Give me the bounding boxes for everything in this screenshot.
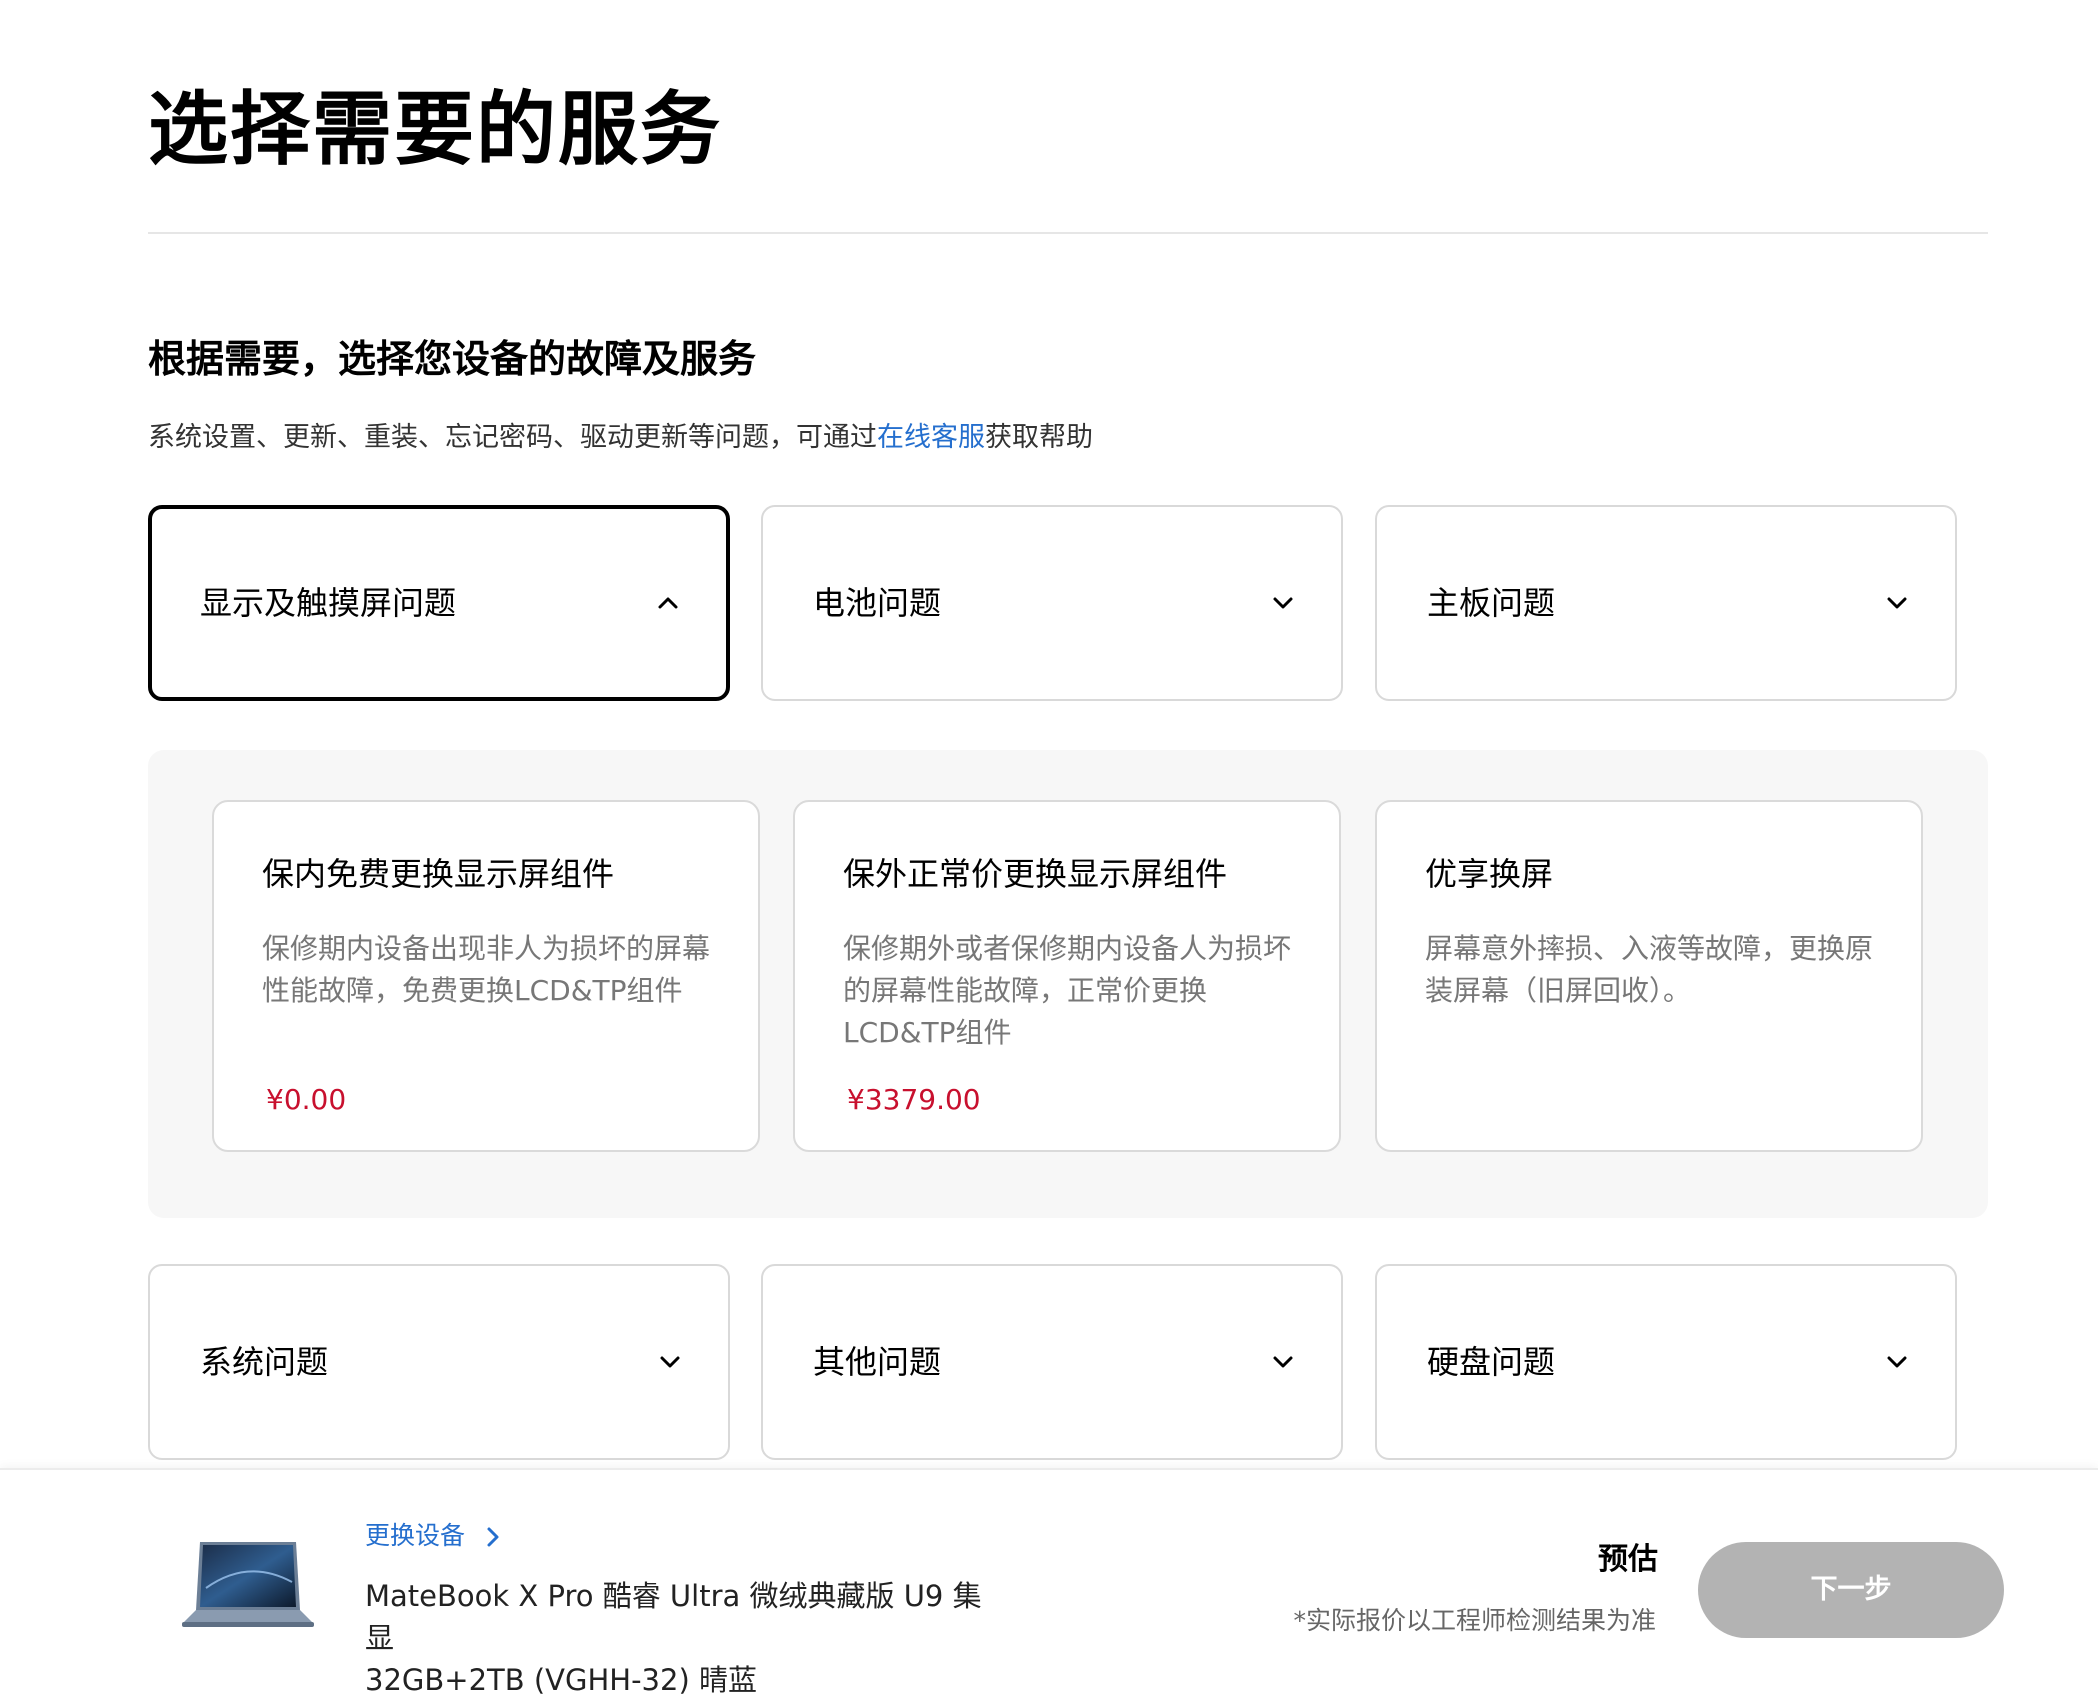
online-service-link[interactable]: 在线客服	[877, 422, 985, 453]
page-title: 选择需要的服务	[148, 83, 722, 176]
category-other[interactable]: 其他问题	[761, 1264, 1343, 1460]
estimate-label: 预估	[1598, 1542, 1658, 1577]
estimate-note: *实际报价以工程师检测结果为准	[1293, 1606, 1656, 1635]
change-device-link[interactable]: 更换设备	[365, 1516, 503, 1556]
service-title: 保内免费更换显示屏组件	[262, 855, 615, 893]
chevron-down-icon	[1273, 597, 1293, 609]
chevron-down-icon	[1887, 1356, 1907, 1368]
service-title: 保外正常价更换显示屏组件	[843, 855, 1228, 893]
title-divider	[148, 232, 1988, 234]
chevron-down-icon	[660, 1356, 680, 1368]
category-label: 电池问题	[813, 584, 942, 622]
category-disk[interactable]: 硬盘问题	[1375, 1264, 1957, 1460]
service-description: 保修期外或者保修期内设备人为损坏的屏幕性能故障，正常价更换LCD&TP组件	[843, 932, 1292, 1049]
laptop-image	[182, 1542, 314, 1627]
chevron-down-icon	[1273, 1356, 1293, 1368]
section-title: 根据需要，选择您设备的故障及服务	[148, 337, 757, 381]
category-display-touch[interactable]: 显示及触摸屏问题	[148, 505, 730, 701]
service-options-panel: 保内免费更换显示屏组件 保修期内设备出现非人为损坏的屏幕性能故障，免费更换LCD…	[148, 750, 1988, 1218]
service-description: 保修期内设备出现非人为损坏的屏幕性能故障，免费更换LCD&TP组件	[262, 932, 711, 1007]
category-battery[interactable]: 电池问题	[761, 505, 1343, 701]
chevron-right-icon	[487, 1527, 499, 1547]
category-system[interactable]: 系统问题	[148, 1264, 730, 1460]
category-label: 主板问题	[1427, 584, 1556, 622]
category-label: 显示及触摸屏问题	[200, 584, 457, 622]
service-title: 优享换屏	[1425, 855, 1554, 893]
chevron-up-icon	[658, 597, 678, 609]
device-name: MateBook X Pro 酷睿 Ultra 微绒典藏版 U9 集显 32GB…	[365, 1575, 985, 1701]
category-label: 其他问题	[813, 1343, 942, 1381]
service-price: ¥0.00	[266, 1083, 347, 1116]
category-mainboard[interactable]: 主板问题	[1375, 505, 1957, 701]
service-description: 屏幕意外摔损、入液等故障，更换原装屏幕（旧屏回收）。	[1425, 932, 1874, 1007]
next-step-button[interactable]: 下一步	[1698, 1542, 2004, 1638]
device-name-line: 32GB+2TB (VGHH-32) 晴蓝	[365, 1663, 757, 1697]
category-label: 系统问题	[200, 1343, 329, 1381]
service-card-out-of-warranty[interactable]: 保外正常价更换显示屏组件 保修期外或者保修期内设备人为损坏的屏幕性能故障，正常价…	[793, 800, 1341, 1152]
change-device-label: 更换设备	[365, 1521, 466, 1550]
service-card-warranty-free[interactable]: 保内免费更换显示屏组件 保修期内设备出现非人为损坏的屏幕性能故障，免费更换LCD…	[212, 800, 760, 1152]
section-desc-text-end: 获取帮助	[985, 422, 1093, 453]
section-description: 系统设置、更新、重装、忘记密码、驱动更新等问题，可通过在线客服获取帮助	[148, 418, 1093, 458]
device-name-line: MateBook X Pro 酷睿 Ultra 微绒典藏版 U9 集显	[365, 1579, 982, 1655]
service-card-premium-screen[interactable]: 优享换屏 屏幕意外摔损、入液等故障，更换原装屏幕（旧屏回收）。	[1375, 800, 1923, 1152]
chevron-down-icon	[1887, 597, 1907, 609]
section-desc-text: 系统设置、更新、重装、忘记密码、驱动更新等问题，可通过	[148, 422, 877, 453]
service-price: ¥3379.00	[847, 1083, 981, 1116]
category-label: 硬盘问题	[1427, 1343, 1556, 1381]
